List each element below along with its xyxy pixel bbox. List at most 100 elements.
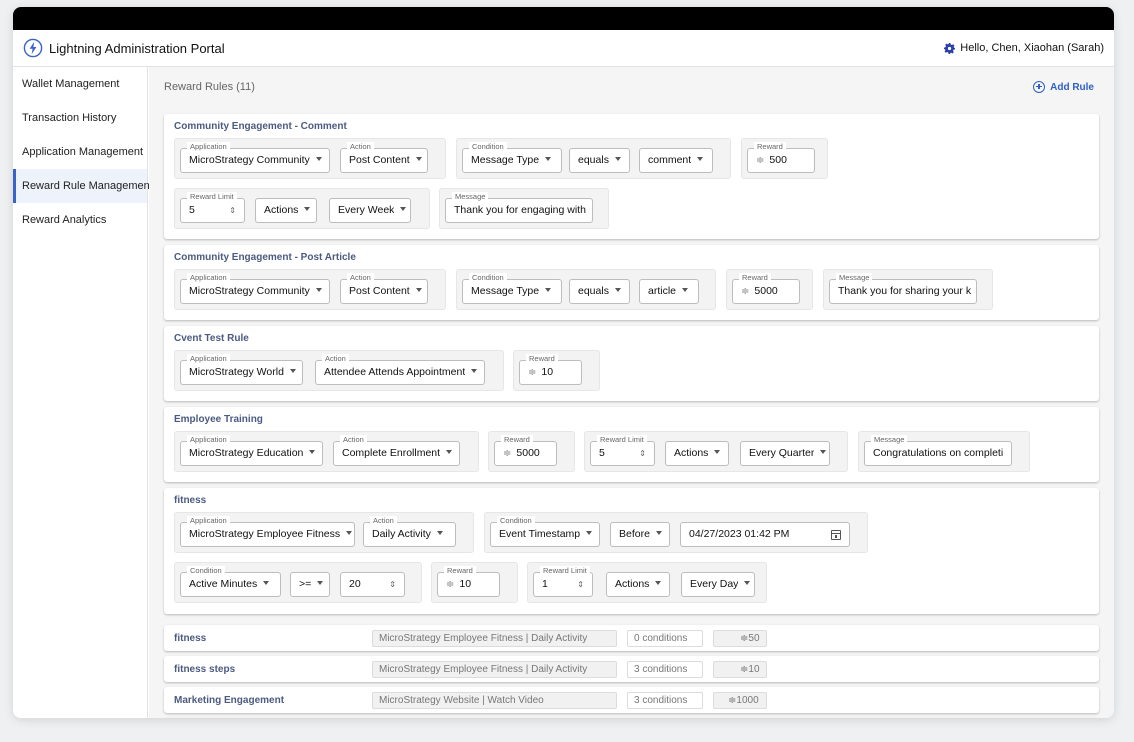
chevron-down-icon <box>697 157 704 162</box>
currency-icon: ≑ <box>528 367 537 378</box>
rule-conditions: 3 conditions <box>627 692 703 709</box>
limit-unit-select[interactable]: Actions <box>606 572 670 597</box>
rule-title: fitness steps <box>174 664 236 675</box>
sidebar-item-reward-rule-management[interactable]: Reward Rule Management <box>13 169 153 203</box>
chevron-down-icon <box>586 531 593 536</box>
reward-input[interactable]: Reward ≑ 5000 <box>494 435 557 466</box>
action-select[interactable]: Action Attendee Attends Appointment <box>315 354 485 385</box>
condition-field-select[interactable]: Condition Event Timestamp <box>490 516 600 547</box>
action-select[interactable]: Action Complete Enrollment <box>333 435 460 466</box>
message-input[interactable]: Message Congratulations on completi <box>864 435 1012 466</box>
condition-field-select[interactable]: Condition Active Minutes <box>180 566 281 597</box>
reward-limit-input[interactable]: Reward Limit 5 ⇕ <box>590 435 655 466</box>
limit-unit-select[interactable]: Actions <box>255 198 317 223</box>
application-action-group: Application MicroStrategy World Action Att… <box>174 350 504 391</box>
currency-icon: ≑ <box>503 448 512 459</box>
rule-card-collapsed[interactable]: fitness steps MicroStrategy Employee Fit… <box>164 656 1099 682</box>
main-content: Reward Rules (11) Add Rule Community Eng… <box>149 67 1114 718</box>
rule-reward: ≑10 <box>713 661 767 678</box>
action-select[interactable]: Action Daily Activity <box>363 516 456 547</box>
condition-group: Condition Active Minutes >= 20 ⇕ <box>174 562 422 603</box>
rule-card[interactable]: fitness Application MicroStrategy Employe… <box>164 488 1099 614</box>
reward-input[interactable]: Reward ≑ 10 <box>519 354 582 385</box>
reward-input[interactable]: Reward ≑ 10 <box>437 566 500 597</box>
condition-value-input[interactable]: 20 ⇕ <box>340 572 405 597</box>
add-rule-label: Add Rule <box>1050 81 1094 93</box>
sidebar-item-wallet-management[interactable]: Wallet Management <box>13 67 147 101</box>
stepper-icon: ⇕ <box>229 206 236 215</box>
chevron-down-icon <box>400 207 407 212</box>
application-select[interactable]: Application MicroStrategy World <box>180 354 303 385</box>
chevron-down-icon <box>545 288 552 293</box>
rule-app-action: MicroStrategy Employee Fitness | Daily A… <box>372 661 617 678</box>
sidebar-item-application-management[interactable]: Application Management <box>13 135 147 169</box>
application-select[interactable]: Application MicroStrategy Education <box>180 435 323 466</box>
application-select[interactable]: Application MicroStrategy Employee Fitnes… <box>180 516 355 547</box>
app-header: Lightning Administration Portal Hello, C… <box>13 30 1114 67</box>
chevron-down-icon <box>545 157 552 162</box>
condition-group: Condition Message Type equals comment <box>456 138 731 179</box>
limit-period-select[interactable]: Every Week <box>329 198 411 223</box>
condition-field-select[interactable]: Condition Message Type <box>462 142 562 173</box>
page-title: Reward Rules (11) <box>164 81 255 93</box>
message-group: Message Thank you for engaging with <box>439 188 609 229</box>
condition-operator-select[interactable]: equals <box>569 148 630 173</box>
condition-operator-select[interactable]: Before <box>610 522 670 547</box>
reward-limit-group: Reward Limit 5 ⇕ Actions Every Quarter <box>584 431 848 472</box>
chevron-down-icon <box>614 288 621 293</box>
currency-icon: ≑ <box>741 286 750 297</box>
rule-card[interactable]: Community Engagement - Post Article Appl… <box>164 245 1099 320</box>
limit-unit-select[interactable]: Actions <box>665 441 729 466</box>
chevron-down-icon <box>317 581 324 586</box>
rule-card[interactable]: Cvent Test Rule Application MicroStrategy… <box>164 326 1099 401</box>
application-action-group: Application MicroStrategy Employee Fitnes… <box>174 512 474 553</box>
sidebar-item-reward-analytics[interactable]: Reward Analytics <box>13 203 147 237</box>
reward-limit-input[interactable]: Reward Limit 1 ⇕ <box>533 566 593 597</box>
condition-operator-select[interactable]: equals <box>569 279 630 304</box>
limit-period-select[interactable]: Every Quarter <box>740 441 830 466</box>
chevron-down-icon <box>415 157 422 162</box>
condition-value-select[interactable]: comment <box>639 148 713 173</box>
message-input[interactable]: Message Thank you for engaging with <box>445 192 593 223</box>
sidebar-item-transaction-history[interactable]: Transaction History <box>13 101 147 135</box>
condition-group: Condition Event Timestamp Before 04/27/20… <box>484 512 868 553</box>
action-select[interactable]: Action Post Content <box>340 273 428 304</box>
action-select[interactable]: Action Post Content <box>340 142 428 173</box>
chevron-down-icon <box>744 581 751 586</box>
reward-group: Reward ≑ 10 <box>431 562 518 603</box>
app-title: Lightning Administration Portal <box>49 41 225 56</box>
reward-group: Reward ≑ 10 <box>513 350 600 391</box>
reward-input[interactable]: Reward ≑ 5000 <box>732 273 800 304</box>
chevron-down-icon <box>655 531 662 536</box>
stepper-icon: ⇕ <box>577 580 584 589</box>
chevron-down-icon <box>304 207 311 212</box>
user-menu[interactable]: Hello, Chen, Xiaohan (Sarah) <box>944 42 1104 54</box>
user-greeting: Hello, Chen, Xiaohan (Sarah) <box>960 42 1104 54</box>
rule-card-collapsed[interactable]: Marketing Engagement MicroStrategy Websi… <box>164 687 1099 713</box>
rule-reward: ≑1000 <box>713 692 767 709</box>
rule-app-action: MicroStrategy Employee Fitness | Daily A… <box>372 630 617 647</box>
condition-operator-select[interactable]: >= <box>290 572 330 597</box>
chevron-down-icon <box>820 450 827 455</box>
rule-conditions: 0 conditions <box>627 630 703 647</box>
limit-period-select[interactable]: Every Day <box>681 572 755 597</box>
message-group: Message Congratulations on completi <box>858 431 1030 472</box>
message-input[interactable]: Message Thank you for sharing your k <box>829 273 977 304</box>
reward-group: Reward ≑ 500 <box>741 138 828 179</box>
condition-value-select[interactable]: article <box>639 279 699 304</box>
rule-card-collapsed[interactable]: fitness MicroStrategy Employee Fitness |… <box>164 625 1099 651</box>
application-select[interactable]: Application MicroStrategy Community <box>180 142 330 173</box>
reward-limit-input[interactable]: Reward Limit 5 ⇕ <box>180 192 245 223</box>
gear-icon <box>944 42 956 54</box>
condition-field-select[interactable]: Condition Message Type <box>462 273 562 304</box>
reward-group: Reward ≑ 5000 <box>488 431 575 472</box>
application-select[interactable]: Application MicroStrategy Community <box>180 273 330 304</box>
reward-input[interactable]: Reward ≑ 500 <box>747 142 815 173</box>
chevron-down-icon <box>614 157 621 162</box>
rule-card[interactable]: Community Engagement - Comment Applicati… <box>164 114 1099 239</box>
rule-title: fitness <box>174 633 207 644</box>
add-rule-button[interactable]: Add Rule <box>1033 81 1094 93</box>
chevron-down-icon <box>682 288 689 293</box>
condition-date-input[interactable]: 04/27/2023 01:42 PM <box>680 522 850 547</box>
rule-card[interactable]: Employee Training Application MicroStrate… <box>164 407 1099 482</box>
